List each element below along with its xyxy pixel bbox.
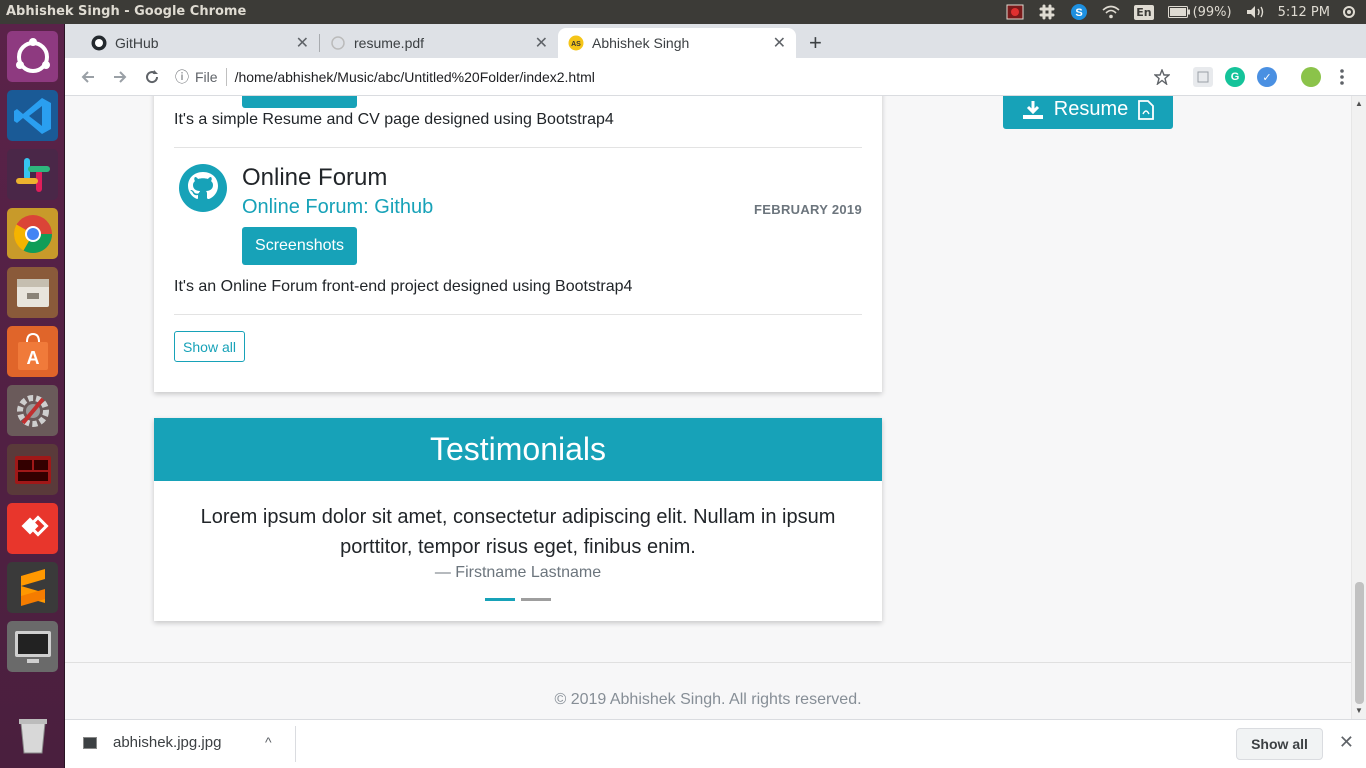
menu-kebab-icon[interactable]: [1331, 66, 1353, 88]
divider: [174, 147, 862, 148]
copyright-text: © 2019 Abhishek Singh. All rights reserv…: [554, 691, 862, 708]
svg-text:S: S: [1076, 7, 1083, 19]
github-icon: [179, 164, 227, 212]
testimonials-card: Testimonials Lorem ipsum dolor sit amet,…: [154, 418, 882, 621]
close-tab-icon[interactable]: ✕: [773, 33, 786, 53]
ubuntu-dash-icon[interactable]: [7, 31, 58, 82]
address-bar[interactable]: ⓘ File /home/abhishek/Music/abc/Untitled…: [175, 63, 1175, 91]
scroll-down-arrow-icon[interactable]: ▼: [1355, 706, 1363, 715]
project-description: It's an Online Forum front-end project d…: [174, 278, 633, 295]
svg-text:A: A: [26, 348, 39, 368]
shelf-divider: [295, 726, 296, 762]
grammarly-icon[interactable]: G: [1225, 67, 1245, 87]
window-title: Abhishek Singh - Google Chrome: [6, 4, 247, 19]
scroll-up-arrow-icon[interactable]: ▲: [1355, 99, 1363, 108]
ubuntu-launcher: A: [0, 24, 65, 768]
forward-arrow-icon[interactable]: [109, 66, 131, 88]
system-settings-icon[interactable]: [7, 385, 58, 436]
screenshots-button[interactable]: Screenshots: [242, 227, 357, 265]
trash-icon[interactable]: [7, 709, 58, 760]
close-tab-icon[interactable]: ✕: [296, 33, 309, 53]
sublime-text-icon[interactable]: [7, 562, 58, 613]
tab-label: GitHub: [115, 35, 159, 51]
testimonial-quote: Lorem ipsum dolor sit amet, consectetur …: [200, 506, 836, 558]
battery-indicator[interactable]: (99%): [1167, 4, 1232, 20]
carousel-indicator[interactable]: [521, 598, 551, 601]
page-viewport: It's a simple Resume and CV page designe…: [65, 96, 1366, 719]
image-file-icon: [83, 736, 97, 749]
clock[interactable]: 5:12 PM: [1278, 5, 1330, 20]
slack-tray-icon[interactable]: [1038, 4, 1056, 20]
projects-card: It's a simple Resume and CV page designe…: [154, 96, 882, 392]
tab-resume-pdf[interactable]: resume.pdf ✕: [320, 28, 558, 58]
github-icon: [91, 35, 107, 51]
close-icon[interactable]: ✕: [1339, 732, 1354, 753]
as-favicon: AS: [568, 35, 584, 51]
chevron-up-icon[interactable]: ^: [265, 734, 272, 750]
terminal-icon[interactable]: [7, 444, 58, 495]
show-all-downloads-button[interactable]: Show all: [1236, 728, 1323, 760]
scheme-label: File: [195, 69, 218, 85]
testimonial-author: — Firstname Lastname: [434, 564, 602, 581]
pdf-file-icon: [1138, 99, 1155, 120]
resume-download-button[interactable]: Resume: [1003, 96, 1173, 129]
download-filename: abhishek.jpg.jpg: [113, 734, 222, 751]
chrome-window: GitHub ✕ resume.pdf ✕ AS Abhishek Singh …: [65, 24, 1366, 768]
download-item[interactable]: abhishek.jpg.jpg: [83, 734, 221, 751]
resume-label: Resume: [1053, 98, 1129, 120]
download-icon: [1022, 100, 1043, 119]
back-arrow-icon[interactable]: [77, 66, 99, 88]
wifi-icon[interactable]: [1102, 4, 1120, 20]
tab-label: resume.pdf: [354, 35, 425, 51]
volume-icon[interactable]: [1246, 4, 1264, 20]
scrollbar-thumb[interactable]: [1355, 582, 1364, 704]
show-all-projects-button[interactable]: Show all: [174, 331, 245, 362]
close-tab-icon[interactable]: ✕: [535, 33, 548, 53]
url-text[interactable]: /home/abhishek/Music/abc/Untitled%20Fold…: [235, 69, 595, 85]
keyboard-layout-indicator[interactable]: En: [1134, 4, 1154, 20]
new-tab-button[interactable]: +: [809, 30, 822, 56]
project-date: FEBRUARY 2019: [754, 202, 862, 217]
slack-icon[interactable]: [7, 149, 58, 200]
omnibox-divider: [225, 68, 227, 86]
project-github-link[interactable]: Online Forum: Github: [242, 196, 433, 219]
project-description: It's a simple Resume and CV page designe…: [174, 111, 614, 128]
divider: [174, 314, 862, 315]
download-shelf: abhishek.jpg.jpg ^ Show all ✕: [65, 719, 1366, 768]
vscode-icon[interactable]: [7, 90, 58, 141]
project-title: Online Forum: [242, 164, 388, 191]
skype-icon[interactable]: S: [1070, 4, 1088, 20]
carousel-indicator-active[interactable]: [485, 598, 515, 601]
browser-toolbar: ⓘ File /home/abhishek/Music/abc/Untitled…: [65, 58, 1366, 96]
info-icon[interactable]: ⓘ: [175, 67, 189, 87]
file-manager-icon[interactable]: [7, 267, 58, 318]
tab-strip: GitHub ✕ resume.pdf ✕ AS Abhishek Singh …: [65, 24, 1366, 58]
power-gear-icon[interactable]: [1340, 4, 1358, 20]
chrome-icon[interactable]: [7, 208, 58, 259]
extension-icon[interactable]: [1193, 67, 1213, 87]
battery-icon: [1167, 6, 1190, 18]
previous-screenshots-button[interactable]: [242, 96, 357, 108]
testimonials-title: Testimonials: [154, 418, 882, 481]
tab-abhishek-singh[interactable]: AS Abhishek Singh ✕: [558, 28, 796, 58]
screen-recorder-icon[interactable]: [1006, 4, 1024, 20]
software-center-icon[interactable]: A: [7, 326, 58, 377]
vertical-scrollbar[interactable]: ▲ ▼: [1351, 96, 1366, 719]
os-top-bar: Abhishek Singh - Google Chrome S En (99%…: [0, 0, 1366, 24]
anydesk-icon[interactable]: [7, 503, 58, 554]
tab-github[interactable]: GitHub ✕: [81, 28, 319, 58]
display-icon[interactable]: [7, 621, 58, 672]
reload-icon[interactable]: [141, 66, 163, 88]
extension-blue-icon[interactable]: ✓: [1257, 67, 1277, 87]
bookmark-star-icon[interactable]: [1151, 66, 1173, 88]
loading-icon: [331, 36, 345, 50]
svg-text:AS: AS: [571, 41, 581, 48]
tab-label: Abhishek Singh: [592, 35, 690, 51]
system-tray: S En (99%) 5:12 PM: [1006, 0, 1366, 24]
profile-avatar[interactable]: [1301, 67, 1321, 87]
battery-percent: (99%): [1192, 4, 1232, 20]
page-footer: © 2019 Abhishek Singh. All rights reserv…: [65, 662, 1351, 719]
